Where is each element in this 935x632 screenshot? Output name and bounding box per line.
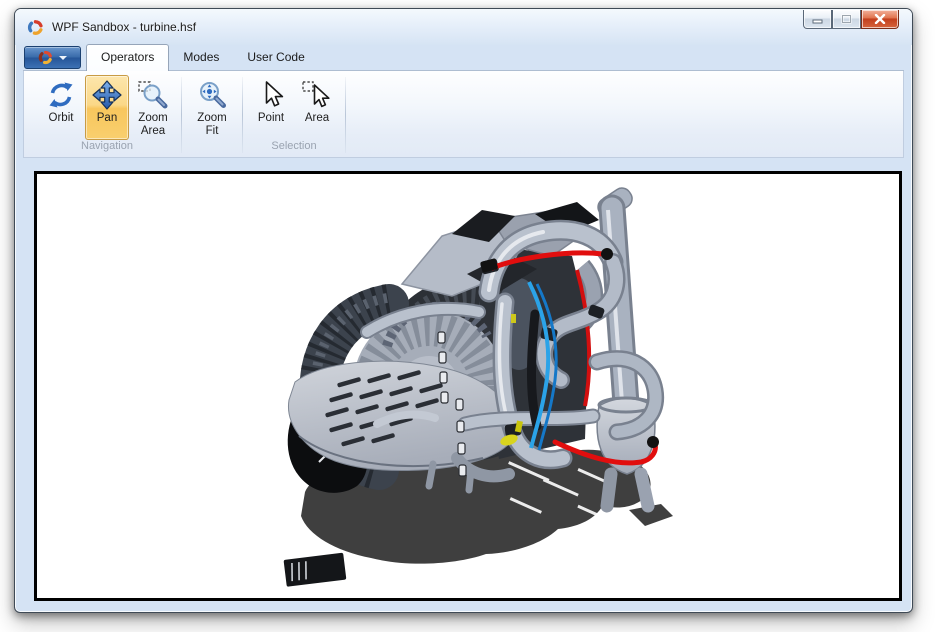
close-button[interactable] bbox=[861, 10, 899, 29]
swirl-logo-icon bbox=[27, 19, 44, 36]
ribbon-tab-row: Operators Modes User Code bbox=[23, 45, 904, 71]
caption-buttons bbox=[803, 10, 899, 29]
zoom-area-icon bbox=[137, 79, 169, 111]
group-label-navigation: Navigation bbox=[34, 140, 180, 157]
ribbon-group-navigation: Orbit Pan bbox=[34, 74, 180, 157]
tab-operators[interactable]: Operators bbox=[86, 44, 169, 71]
dropdown-caret-icon bbox=[59, 56, 67, 60]
app-window: WPF Sandbox - turbine.hsf bbox=[14, 8, 913, 613]
zoom-fit-button[interactable]: Zoom Fit bbox=[190, 75, 234, 140]
zoom-area-button[interactable]: Zoom Area bbox=[131, 75, 175, 140]
titlebar[interactable]: WPF Sandbox - turbine.hsf bbox=[15, 9, 912, 45]
ribbon: Orbit Pan bbox=[23, 71, 904, 158]
zoom-fit-icon bbox=[196, 79, 228, 111]
maximize-button[interactable] bbox=[832, 10, 861, 29]
ribbon-group-zoom-fit: Zoom Fit bbox=[183, 74, 241, 157]
minimize-icon bbox=[812, 14, 823, 24]
ribbon-group-separator bbox=[242, 77, 243, 153]
close-icon bbox=[874, 14, 886, 24]
turbine-model bbox=[37, 174, 899, 598]
group-label-empty bbox=[183, 140, 241, 157]
area-select-icon bbox=[301, 79, 333, 111]
group-label-selection: Selection bbox=[244, 140, 344, 157]
area-select-button[interactable]: Area bbox=[295, 75, 339, 140]
pan-icon bbox=[91, 79, 123, 111]
tab-user-code[interactable]: User Code bbox=[233, 45, 318, 70]
point-select-icon bbox=[255, 79, 287, 111]
ribbon-group-separator bbox=[181, 77, 182, 153]
window-title: WPF Sandbox - turbine.hsf bbox=[52, 20, 196, 34]
orbit-icon bbox=[45, 79, 77, 111]
application-menu-button[interactable] bbox=[24, 46, 81, 69]
tab-modes[interactable]: Modes bbox=[169, 45, 233, 70]
minimize-button[interactable] bbox=[803, 10, 832, 29]
desktop-background: WPF Sandbox - turbine.hsf bbox=[0, 0, 935, 632]
3d-viewport[interactable] bbox=[34, 171, 902, 601]
pan-button[interactable]: Pan bbox=[85, 75, 129, 140]
orbit-button[interactable]: Orbit bbox=[39, 75, 83, 140]
point-select-button[interactable]: Point bbox=[249, 75, 293, 140]
ribbon-group-selection: Point Area Selection bbox=[244, 74, 344, 157]
ribbon-group-separator bbox=[345, 77, 346, 153]
swirl-logo-icon bbox=[38, 50, 53, 65]
maximize-icon bbox=[841, 14, 852, 24]
